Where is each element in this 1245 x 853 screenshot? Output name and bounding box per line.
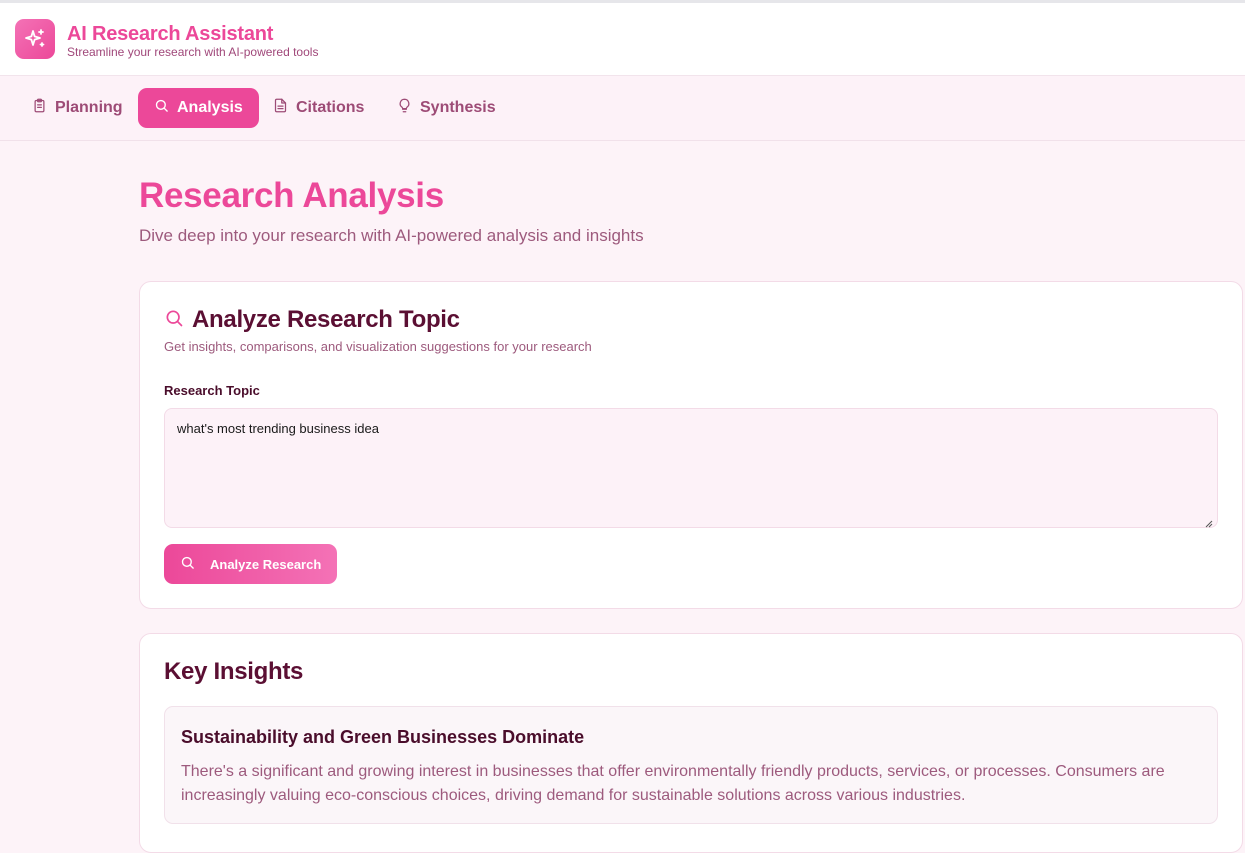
- tab-label: Analysis: [177, 99, 243, 116]
- key-insights-card: Key Insights Sustainability and Green Bu…: [139, 633, 1243, 853]
- tab-citations[interactable]: Citations: [257, 88, 380, 128]
- tab-analysis[interactable]: Analysis: [138, 88, 259, 128]
- tab-label: Citations: [296, 99, 365, 116]
- page-title: Research Analysis: [139, 176, 444, 215]
- lightbulb-icon: [397, 98, 412, 118]
- button-label: Analyze Research: [210, 556, 322, 572]
- app-subtitle: Streamline your research with AI-powered…: [67, 45, 319, 59]
- insight-body: There's a significant and growing intere…: [181, 763, 1165, 804]
- document-icon: [273, 98, 288, 118]
- insight-title: Sustainability and Green Businesses Domi…: [181, 727, 585, 747]
- card-title: Analyze Research Topic: [192, 306, 460, 333]
- app-header: AI Research Assistant Streamline your re…: [0, 3, 1245, 76]
- main-content: Research Analysis Dive deep into your re…: [0, 141, 1245, 853]
- tab-synthesis[interactable]: Synthesis: [381, 88, 512, 128]
- clipboard-icon: [32, 98, 47, 118]
- tab-label: Planning: [55, 99, 123, 116]
- research-topic-label: Research Topic: [164, 383, 260, 398]
- section-title: Key Insights: [164, 658, 304, 685]
- analyze-topic-card: Analyze Research Topic Get insights, com…: [139, 281, 1243, 609]
- search-icon: [180, 555, 195, 573]
- tab-planning[interactable]: Planning: [16, 88, 139, 128]
- page-description: Dive deep into your research with AI-pow…: [139, 226, 644, 245]
- analyze-research-button[interactable]: Analyze Research: [164, 544, 337, 584]
- resize-handle-icon[interactable]: [1205, 515, 1213, 533]
- research-topic-input[interactable]: what's most trending business idea: [164, 408, 1218, 528]
- main-tab-bar: Planning Analysis Citations Synthesis: [0, 76, 1245, 141]
- sparkles-icon: [15, 19, 55, 59]
- insight-item: Sustainability and Green Businesses Domi…: [164, 706, 1218, 824]
- app-title: AI Research Assistant: [67, 23, 274, 45]
- card-description: Get insights, comparisons, and visualiza…: [164, 339, 592, 354]
- search-icon: [154, 98, 169, 118]
- tab-label: Synthesis: [420, 99, 496, 116]
- search-icon: [164, 308, 184, 333]
